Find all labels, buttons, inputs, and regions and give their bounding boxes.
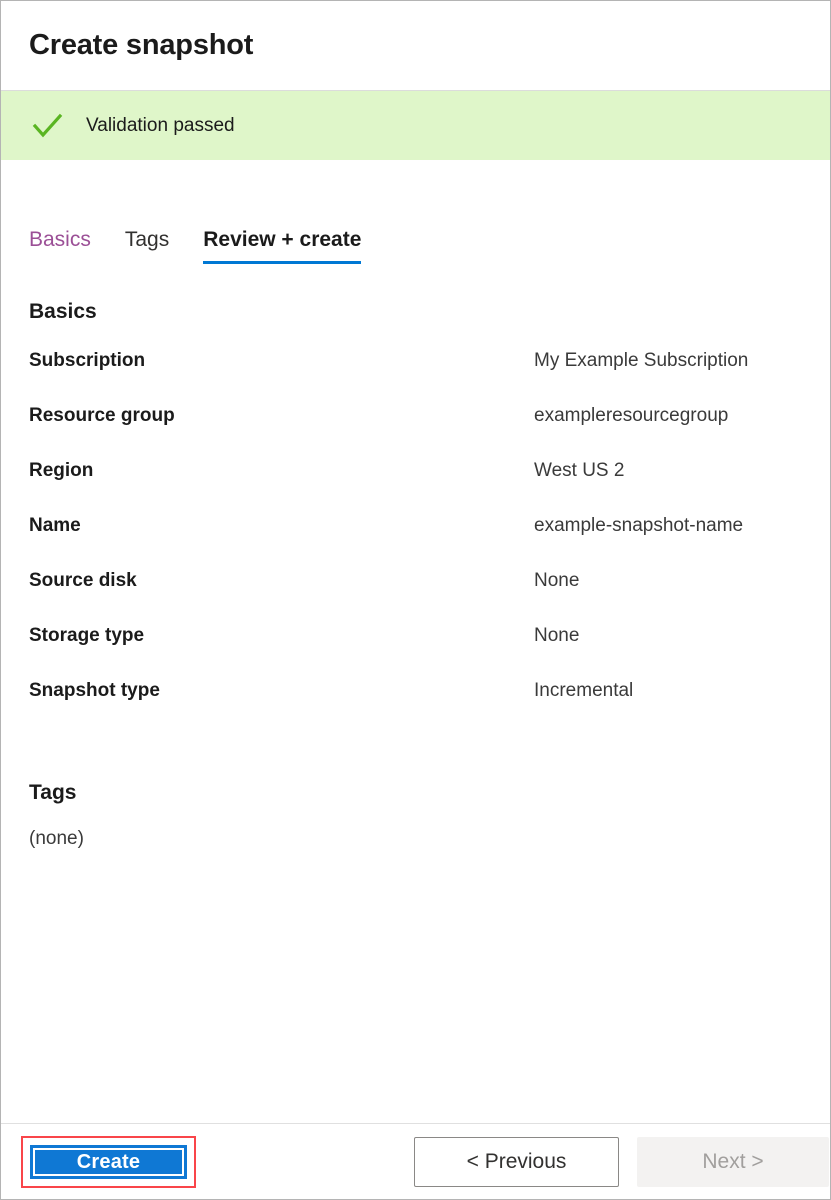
basics-summary-table: Subscription My Example Subscription Res… bbox=[29, 351, 802, 736]
section-heading-tags: Tags bbox=[29, 782, 802, 803]
section-heading-basics: Basics bbox=[29, 301, 802, 322]
create-button[interactable]: Create bbox=[30, 1145, 187, 1179]
validation-banner: Validation passed bbox=[1, 90, 830, 160]
row-label-name: Name bbox=[29, 516, 534, 535]
row-value-resource-group: exampleresourcegroup bbox=[534, 406, 728, 425]
create-button-annotation: Create bbox=[21, 1136, 196, 1188]
row-value-name: example-snapshot-name bbox=[534, 516, 743, 535]
table-row: Resource group exampleresourcegroup bbox=[29, 406, 802, 461]
wizard-navigation: < Previous Next > bbox=[414, 1137, 829, 1187]
blade-footer: Create < Previous Next > bbox=[1, 1123, 830, 1199]
table-row: Region West US 2 bbox=[29, 461, 802, 516]
row-label-region: Region bbox=[29, 461, 534, 480]
row-value-storage-type: None bbox=[534, 626, 579, 645]
previous-button[interactable]: < Previous bbox=[414, 1137, 619, 1187]
row-value-source-disk: None bbox=[534, 571, 579, 590]
row-label-subscription: Subscription bbox=[29, 351, 534, 370]
table-row: Name example-snapshot-name bbox=[29, 516, 802, 571]
tab-review-create[interactable]: Review + create bbox=[203, 229, 361, 264]
tags-empty-value: (none) bbox=[29, 829, 802, 848]
checkmark-icon bbox=[30, 109, 64, 143]
row-label-snapshot-type: Snapshot type bbox=[29, 681, 534, 700]
blade-header: Create snapshot bbox=[1, 1, 830, 90]
tab-tags[interactable]: Tags bbox=[125, 229, 169, 264]
row-value-subscription: My Example Subscription bbox=[534, 351, 748, 370]
next-button: Next > bbox=[637, 1137, 829, 1187]
wizard-tabs: Basics Tags Review + create bbox=[29, 160, 802, 264]
tab-basics[interactable]: Basics bbox=[29, 229, 91, 264]
table-row: Snapshot type Incremental bbox=[29, 681, 802, 736]
row-label-source-disk: Source disk bbox=[29, 571, 534, 590]
create-snapshot-blade: Create snapshot Validation passed Basics… bbox=[0, 0, 831, 1200]
page-title: Create snapshot bbox=[29, 30, 253, 62]
table-row: Source disk None bbox=[29, 571, 802, 626]
table-row: Subscription My Example Subscription bbox=[29, 351, 802, 406]
row-value-region: West US 2 bbox=[534, 461, 624, 480]
row-label-resource-group: Resource group bbox=[29, 406, 534, 425]
row-value-snapshot-type: Incremental bbox=[534, 681, 633, 700]
validation-message: Validation passed bbox=[86, 116, 235, 135]
table-row: Storage type None bbox=[29, 626, 802, 681]
row-label-storage-type: Storage type bbox=[29, 626, 534, 645]
blade-body: Basics Tags Review + create Basics Subsc… bbox=[1, 160, 830, 1123]
